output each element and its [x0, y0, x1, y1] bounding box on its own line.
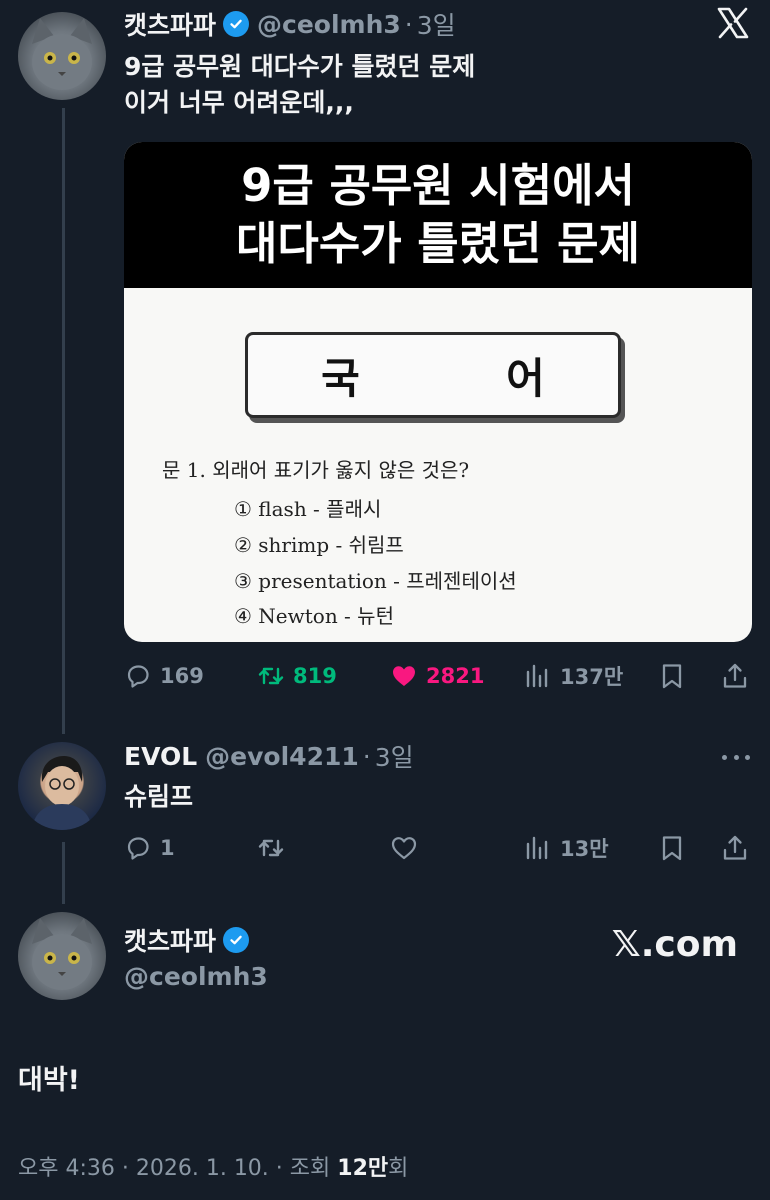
verified-badge-icon — [223, 11, 250, 37]
thread-line-bottom — [62, 842, 65, 904]
reply-display-name[interactable]: EVOL — [124, 742, 197, 771]
share-icon — [723, 835, 747, 860]
focused-tweet-name-row: 캣츠파파 — [124, 922, 250, 958]
reply-text: 슈림프 — [124, 782, 194, 811]
reply-count: 169 — [160, 664, 204, 688]
reply-actions: 1 13만 — [124, 828, 752, 868]
views-count: 137만 — [560, 665, 624, 689]
reply-count: 1 — [160, 836, 175, 860]
reply-avatar[interactable] — [18, 742, 106, 830]
more-options-icon[interactable] — [722, 752, 750, 762]
exam-option-2: ② shrimp - 쉬림프 — [234, 533, 404, 557]
repost-button[interactable]: 819 — [257, 656, 337, 696]
bookmark-icon — [662, 836, 682, 861]
views-chart-icon — [526, 836, 548, 860]
tweet-header: 캣츠파파 @ceolmh3 · 3일 — [124, 6, 456, 42]
handle[interactable]: @ceolmh3 — [257, 10, 401, 39]
bookmark-button[interactable] — [658, 656, 694, 696]
tweet-meta-footer: 오후 4:36 · 2026. 1. 10. · 조회 12만회 — [18, 1150, 408, 1182]
subject-box: 국 어 — [245, 332, 621, 418]
view-count-suffix: 회 — [388, 1156, 409, 1181]
display-name[interactable]: 캣츠파파 — [124, 922, 216, 958]
bookmark-icon — [662, 664, 682, 689]
views-chart-icon — [526, 664, 548, 688]
exam-option-4: ④ Newton - 뉴턴 — [234, 604, 394, 628]
avatar[interactable] — [18, 912, 106, 1000]
exam-question: 문 1. 외래어 표기가 옳지 않은 것은? — [162, 458, 470, 482]
separator-dot: · — [362, 741, 371, 771]
repost-count: 819 — [293, 664, 337, 688]
share-button[interactable] — [721, 828, 757, 868]
reply-header: EVOL @evol4211 · 3일 — [124, 738, 414, 774]
focused-tweet-handle-row: @ceolmh3 — [124, 962, 268, 991]
views-button[interactable]: 137만 — [524, 656, 623, 696]
display-name[interactable]: 캣츠파파 — [124, 6, 216, 42]
share-icon — [723, 663, 747, 688]
avatar[interactable] — [18, 12, 106, 100]
reply-icon — [127, 837, 149, 860]
media-title-line-1: 9급 공무원 시험에서 — [241, 159, 635, 212]
x-logo-icon[interactable] — [716, 6, 750, 40]
separator-dot: · — [404, 9, 413, 39]
views-button[interactable]: 13만 — [524, 828, 609, 868]
like-count: 2821 — [426, 664, 485, 688]
tweet-text-line-1: 9급 공무원 대다수가 틀렸던 문제 — [124, 52, 476, 81]
exam-option-3: ③ presentation - 프레젠테이션 — [234, 569, 517, 593]
timestamp[interactable]: 3일 — [417, 6, 456, 42]
media-title-banner: 9급 공무원 시험에서 대다수가 틀렸던 문제 — [124, 142, 752, 288]
repost-icon — [258, 667, 284, 685]
focused-tweet-text: 대박! — [18, 1065, 80, 1096]
heart-icon — [391, 837, 417, 860]
reply-icon — [127, 665, 149, 688]
thread-line-top — [62, 108, 65, 734]
repost-icon — [258, 839, 284, 857]
post-datetime[interactable]: 오후 4:36 · 2026. 1. 10. · 조회 — [18, 1156, 337, 1181]
reply-handle[interactable]: @evol4211 — [205, 742, 359, 771]
media-title-line-2: 대다수가 틀렸던 문제 — [236, 217, 640, 270]
reply-button[interactable]: 1 — [124, 828, 175, 868]
exam-option-1: ① flash - 플래시 — [234, 497, 382, 521]
like-button[interactable] — [390, 828, 426, 868]
share-button[interactable] — [721, 656, 757, 696]
tweet-text-line-2: 이거 너무 어려운데,,, — [124, 88, 354, 117]
subject-char-1: 국 — [321, 353, 360, 403]
x-com-watermark: 𝕏.com — [611, 924, 738, 965]
like-button[interactable]: 2821 — [390, 656, 484, 696]
handle[interactable]: @ceolmh3 — [124, 962, 268, 991]
repost-button[interactable] — [257, 828, 293, 868]
tweet-media-image[interactable]: 9급 공무원 시험에서 대다수가 틀렸던 문제 국 어 문 1. 외래어 표기가… — [124, 142, 752, 642]
reply-timestamp[interactable]: 3일 — [375, 738, 414, 774]
verified-badge-icon — [223, 927, 250, 953]
subject-char-2: 어 — [506, 353, 545, 403]
views-count: 13만 — [560, 837, 609, 861]
heart-filled-icon — [393, 666, 415, 686]
tweet-actions: 169 819 2821 137만 — [124, 656, 752, 696]
bookmark-button[interactable] — [658, 828, 694, 868]
reply-button[interactable]: 169 — [124, 656, 204, 696]
view-count: 12만 — [337, 1156, 389, 1181]
